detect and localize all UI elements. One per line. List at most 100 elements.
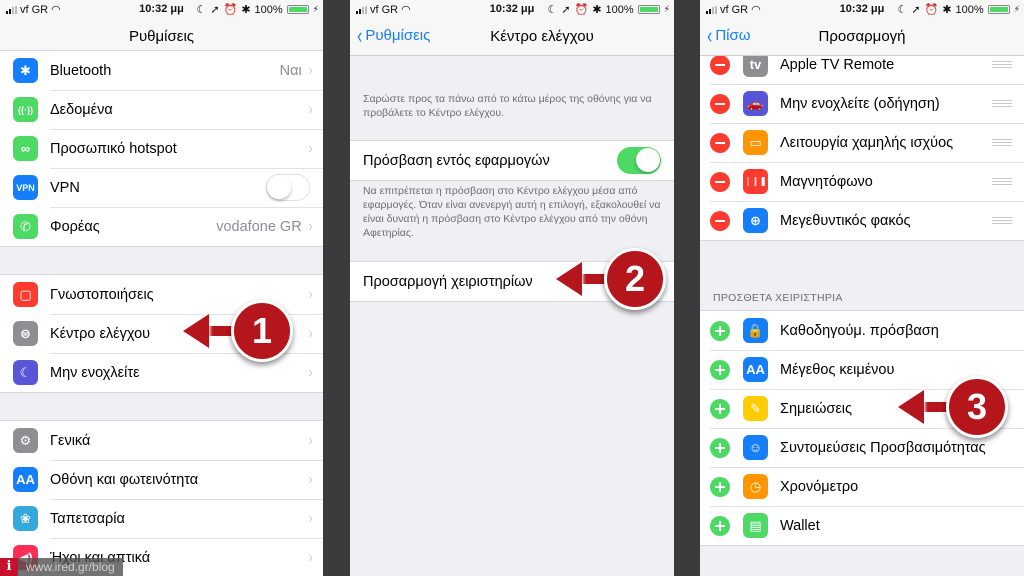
access-within-apps-label: Πρόσβαση εντός εφαρμογών (363, 152, 550, 169)
control-label: Συντομεύσεις Προσβασιμότητας (780, 439, 986, 456)
customize-screen: tv Apple TV Remote 🚗 Μην ενοχλείτε (οδήγηση… (700, 0, 1024, 576)
remove-control-icon[interactable] (710, 54, 730, 75)
control-row: 🔒 Καθοδηγούμ. πρόσβαση (700, 311, 1024, 350)
chevron-right-icon: › (308, 509, 313, 527)
car-icon: 🚗 (743, 91, 768, 116)
reorder-handle-icon[interactable] (992, 98, 1012, 109)
arrow-left-icon (556, 262, 582, 296)
alarm-icon: ⏰ (223, 4, 238, 16)
chevron-right-icon: › (308, 548, 313, 566)
chevron-right-icon: › (308, 363, 313, 381)
remove-control-icon[interactable] (710, 171, 730, 192)
access-within-apps-row: Πρόσβαση εντός εφαρμογών (350, 141, 674, 180)
stopwatch-icon: ◷ (743, 474, 768, 499)
accessibility-icon: ☺ (743, 435, 768, 460)
step-3-callout: 3 (898, 376, 1008, 438)
arrow-left-icon (183, 314, 209, 348)
navigation-bar: ‹ Πίσω Προσαρμογή (700, 18, 1024, 56)
general-group: ⚙ Γενικά › AA Οθόνη και φωτεινότητα › ❀ Ταπετσα… (0, 420, 323, 576)
row-label: Οθόνη και φωτεινότητα (50, 471, 199, 488)
access-within-apps-toggle[interactable] (617, 147, 661, 174)
remove-control-icon[interactable] (710, 210, 730, 231)
voice-memos-icon: ❘❙❚ (743, 169, 768, 194)
location-icon: ➚ (561, 4, 571, 16)
reorder-handle-icon[interactable] (992, 59, 1012, 70)
page-title: Ρυθμίσεις (128, 28, 195, 45)
reorder-handle-icon[interactable] (992, 137, 1012, 148)
do-not-disturb-icon: ☾ (13, 360, 38, 385)
toggle-knob (636, 148, 660, 172)
row-label: Προσωπικό hotspot (50, 140, 177, 157)
included-controls-group: tv Apple TV Remote 🚗 Μην ενοχλείτε (οδήγηση… (700, 44, 1024, 241)
control-label: Χρονόμετρο (780, 478, 859, 495)
row-label: Δεδομένα (50, 101, 113, 118)
chevron-left-icon: ‹ (357, 22, 363, 48)
cellular-data-icon: ((·)) (13, 97, 38, 122)
moon-icon: ☾ (897, 4, 908, 16)
settings-row[interactable]: ✱ Bluetooth Ναι › (0, 51, 323, 90)
add-control-icon[interactable] (710, 476, 730, 497)
settings-row[interactable]: ⚙ Γενικά › (0, 421, 323, 460)
step-1-callout: 1 (183, 300, 293, 362)
intro-text: Σαρώστε προς τα πάνω από το κάτω μέρος τ… (363, 93, 652, 119)
add-control-icon[interactable] (710, 515, 730, 536)
control-label: Wallet (780, 517, 820, 534)
alarm-icon: ⏰ (924, 4, 939, 16)
remove-control-icon[interactable] (710, 132, 730, 153)
settings-row[interactable]: ∞ Προσωπικό hotspot › (0, 129, 323, 168)
bluetooth-icon: ✱ (13, 58, 38, 83)
battery-icon (286, 5, 309, 14)
vpn-toggle[interactable] (266, 174, 310, 201)
battery-percent: 100% (254, 3, 283, 16)
row-label: Bluetooth (50, 62, 112, 79)
settings-row: VPN VPN (0, 168, 323, 207)
settings-screen: vf GR ◠ 10:32 μμ ☾ ➚ ⏰ ✱ 100% ⚡ Ρυθμίσεις ✱ Blu… (0, 0, 323, 576)
control-center-screen: vf GR ◠ 10:32 μμ ☾ ➚ ⏰ ✱ 100% ⚡ ‹ Ρυθμίσεις Κέν… (350, 0, 674, 576)
access-group: Πρόσβαση εντός εφαρμογών (350, 140, 674, 181)
step-number: 1 (231, 300, 293, 362)
battery-percent: 100% (955, 3, 984, 16)
add-control-icon[interactable] (710, 359, 730, 380)
reorder-handle-icon[interactable] (992, 215, 1012, 226)
chevron-right-icon: › (308, 470, 313, 488)
hotspot-icon: ∞ (13, 136, 38, 161)
control-row: ⊕ Μεγεθυντικός φακός (700, 201, 1024, 240)
settings-row[interactable]: AA Οθόνη και φωτεινότητα › (0, 460, 323, 499)
low-power-battery-icon: ▭ (743, 130, 768, 155)
control-row: ◷ Χρονόμετρο (700, 467, 1024, 506)
control-label: Μην ενοχλείτε (οδήγηση) (780, 95, 940, 112)
chevron-right-icon: › (308, 285, 313, 303)
add-control-icon[interactable] (710, 320, 730, 341)
general-gear-icon: ⚙ (13, 428, 38, 453)
charging-icon: ⚡ (312, 4, 319, 14)
alarm-icon: ⏰ (574, 4, 589, 16)
remove-control-icon[interactable] (710, 93, 730, 114)
connectivity-group: ✱ Bluetooth Ναι › ((·)) Δεδομένα › ∞ Προσωπικό h… (0, 50, 323, 247)
row-value: Ναι (279, 62, 302, 79)
add-control-icon[interactable] (710, 437, 730, 458)
page-title: Προσαρμογή (818, 28, 906, 45)
row-value: vodafone GR (216, 218, 302, 235)
control-center-icon: ⊜ (13, 321, 38, 346)
add-control-icon[interactable] (710, 398, 730, 419)
charging-icon: ⚡ (663, 4, 670, 14)
wallet-icon: ▤ (743, 513, 768, 538)
watermark-url: www.ired.gr/blog (18, 558, 123, 576)
chevron-right-icon: › (308, 324, 313, 342)
settings-row[interactable]: ❀ Ταπετσαρία › (0, 499, 323, 538)
control-row: 🚗 Μην ενοχλείτε (οδήγηση) (700, 84, 1024, 123)
step-number: 2 (604, 248, 666, 310)
control-label: Μεγεθυντικός φακός (780, 212, 911, 229)
battery-icon (987, 5, 1010, 14)
battery-percent: 100% (605, 3, 634, 16)
chevron-right-icon: › (308, 217, 313, 235)
chevron-right-icon: › (308, 431, 313, 449)
row-label: Μην ενοχλείτε (50, 364, 140, 381)
toggle-knob (267, 175, 291, 199)
moon-icon: ☾ (547, 4, 558, 16)
settings-row[interactable]: ✆ Φορέας vodafone GR › (0, 207, 323, 246)
status-bar: vf GR ◠ 10:32 μμ ☾ ➚ ⏰ ✱ 100% ⚡ (350, 0, 674, 18)
reorder-handle-icon[interactable] (992, 176, 1012, 187)
settings-row[interactable]: ((·)) Δεδομένα › (0, 90, 323, 129)
status-bar: vf GR ◠ 10:32 μμ ☾ ➚ ⏰ ✱ 100% ⚡ (700, 0, 1024, 18)
